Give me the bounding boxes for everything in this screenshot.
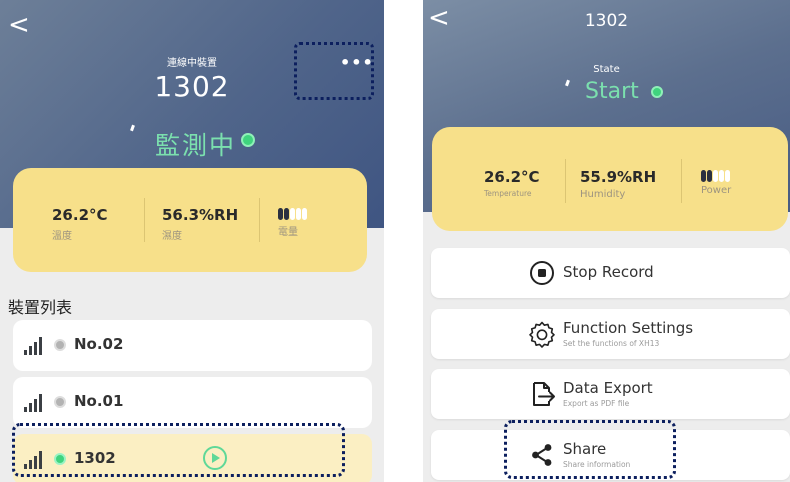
divider (259, 198, 260, 242)
back-button[interactable]: < (8, 12, 30, 38)
device-label: No.01 (74, 392, 124, 410)
humidity-label: Humidity (580, 189, 626, 200)
signal-strength-icon (24, 394, 45, 412)
status-indicator-dot (241, 133, 255, 147)
sensor-card: 26.2°C 溫度 56.3%RH 濕度 電量 (13, 168, 367, 272)
function-settings-button[interactable]: Function Settings Set the functions of X… (431, 309, 790, 359)
device-row[interactable]: No.02 (13, 320, 372, 371)
temperature-metric: 26.2°C Temperature (484, 168, 540, 198)
humidity-metric: 55.9%RH Humidity (580, 168, 656, 200)
gear-icon (529, 321, 555, 348)
humidity-metric: 56.3%RH 濕度 (162, 206, 238, 242)
sensor-card: 26.2°C Temperature 55.9%RH Humidity Powe… (432, 127, 788, 231)
page-title: 1302 (584, 11, 629, 31)
action-label: Data Export (563, 379, 653, 397)
temperature-label: 溫度 (52, 231, 72, 242)
signal-strength-icon (24, 337, 45, 355)
battery-icon (701, 170, 731, 182)
humidity-label: 濕度 (162, 231, 182, 242)
device-row-highlight (12, 423, 345, 477)
share-button-highlight (504, 420, 676, 479)
divider (681, 159, 682, 203)
right-screen: < 1302 State Start 26.2°C Temperature 55… (423, 0, 790, 482)
divider (565, 159, 566, 203)
device-row[interactable]: No.01 (13, 377, 372, 428)
left-screen: < 連線中裝置 1302 監測中 ••• 26.2°C 溫度 56.3%RH 濕… (0, 0, 384, 482)
monitoring-status: 監測中 (155, 131, 237, 160)
temperature-value: 26.2°C (484, 168, 540, 186)
more-options-icon[interactable]: ••• (340, 53, 374, 72)
offline-status-icon (54, 339, 66, 351)
data-export-button[interactable]: Data Export Export as PDF file (431, 369, 790, 419)
humidity-value: 56.3%RH (162, 206, 239, 224)
power-label: 電量 (278, 227, 298, 238)
action-description: Export as PDF file (563, 399, 630, 408)
state-caption: State (593, 64, 620, 75)
action-description: Set the functions of XH13 (563, 339, 660, 348)
stop-record-icon (530, 261, 554, 285)
export-icon (533, 382, 555, 406)
temperature-label: Temperature (484, 189, 532, 198)
action-label: Stop Record (563, 263, 654, 281)
stop-record-button[interactable]: Stop Record (431, 248, 790, 298)
offline-status-icon (54, 396, 66, 408)
temperature-value: 26.2°C (52, 206, 108, 224)
temperature-metric: 26.2°C 溫度 (52, 206, 108, 242)
divider (144, 198, 145, 242)
action-label: Function Settings (563, 319, 694, 337)
power-label: Power (701, 185, 732, 196)
power-metric: Power (701, 170, 731, 196)
power-metric: 電量 (278, 208, 307, 238)
device-label: No.02 (74, 335, 124, 353)
device-list-title: 裝置列表 (8, 298, 73, 317)
humidity-value: 55.9%RH (580, 168, 657, 186)
state-value: Start (585, 79, 639, 104)
battery-icon (278, 208, 307, 220)
status-indicator-dot (651, 86, 663, 98)
